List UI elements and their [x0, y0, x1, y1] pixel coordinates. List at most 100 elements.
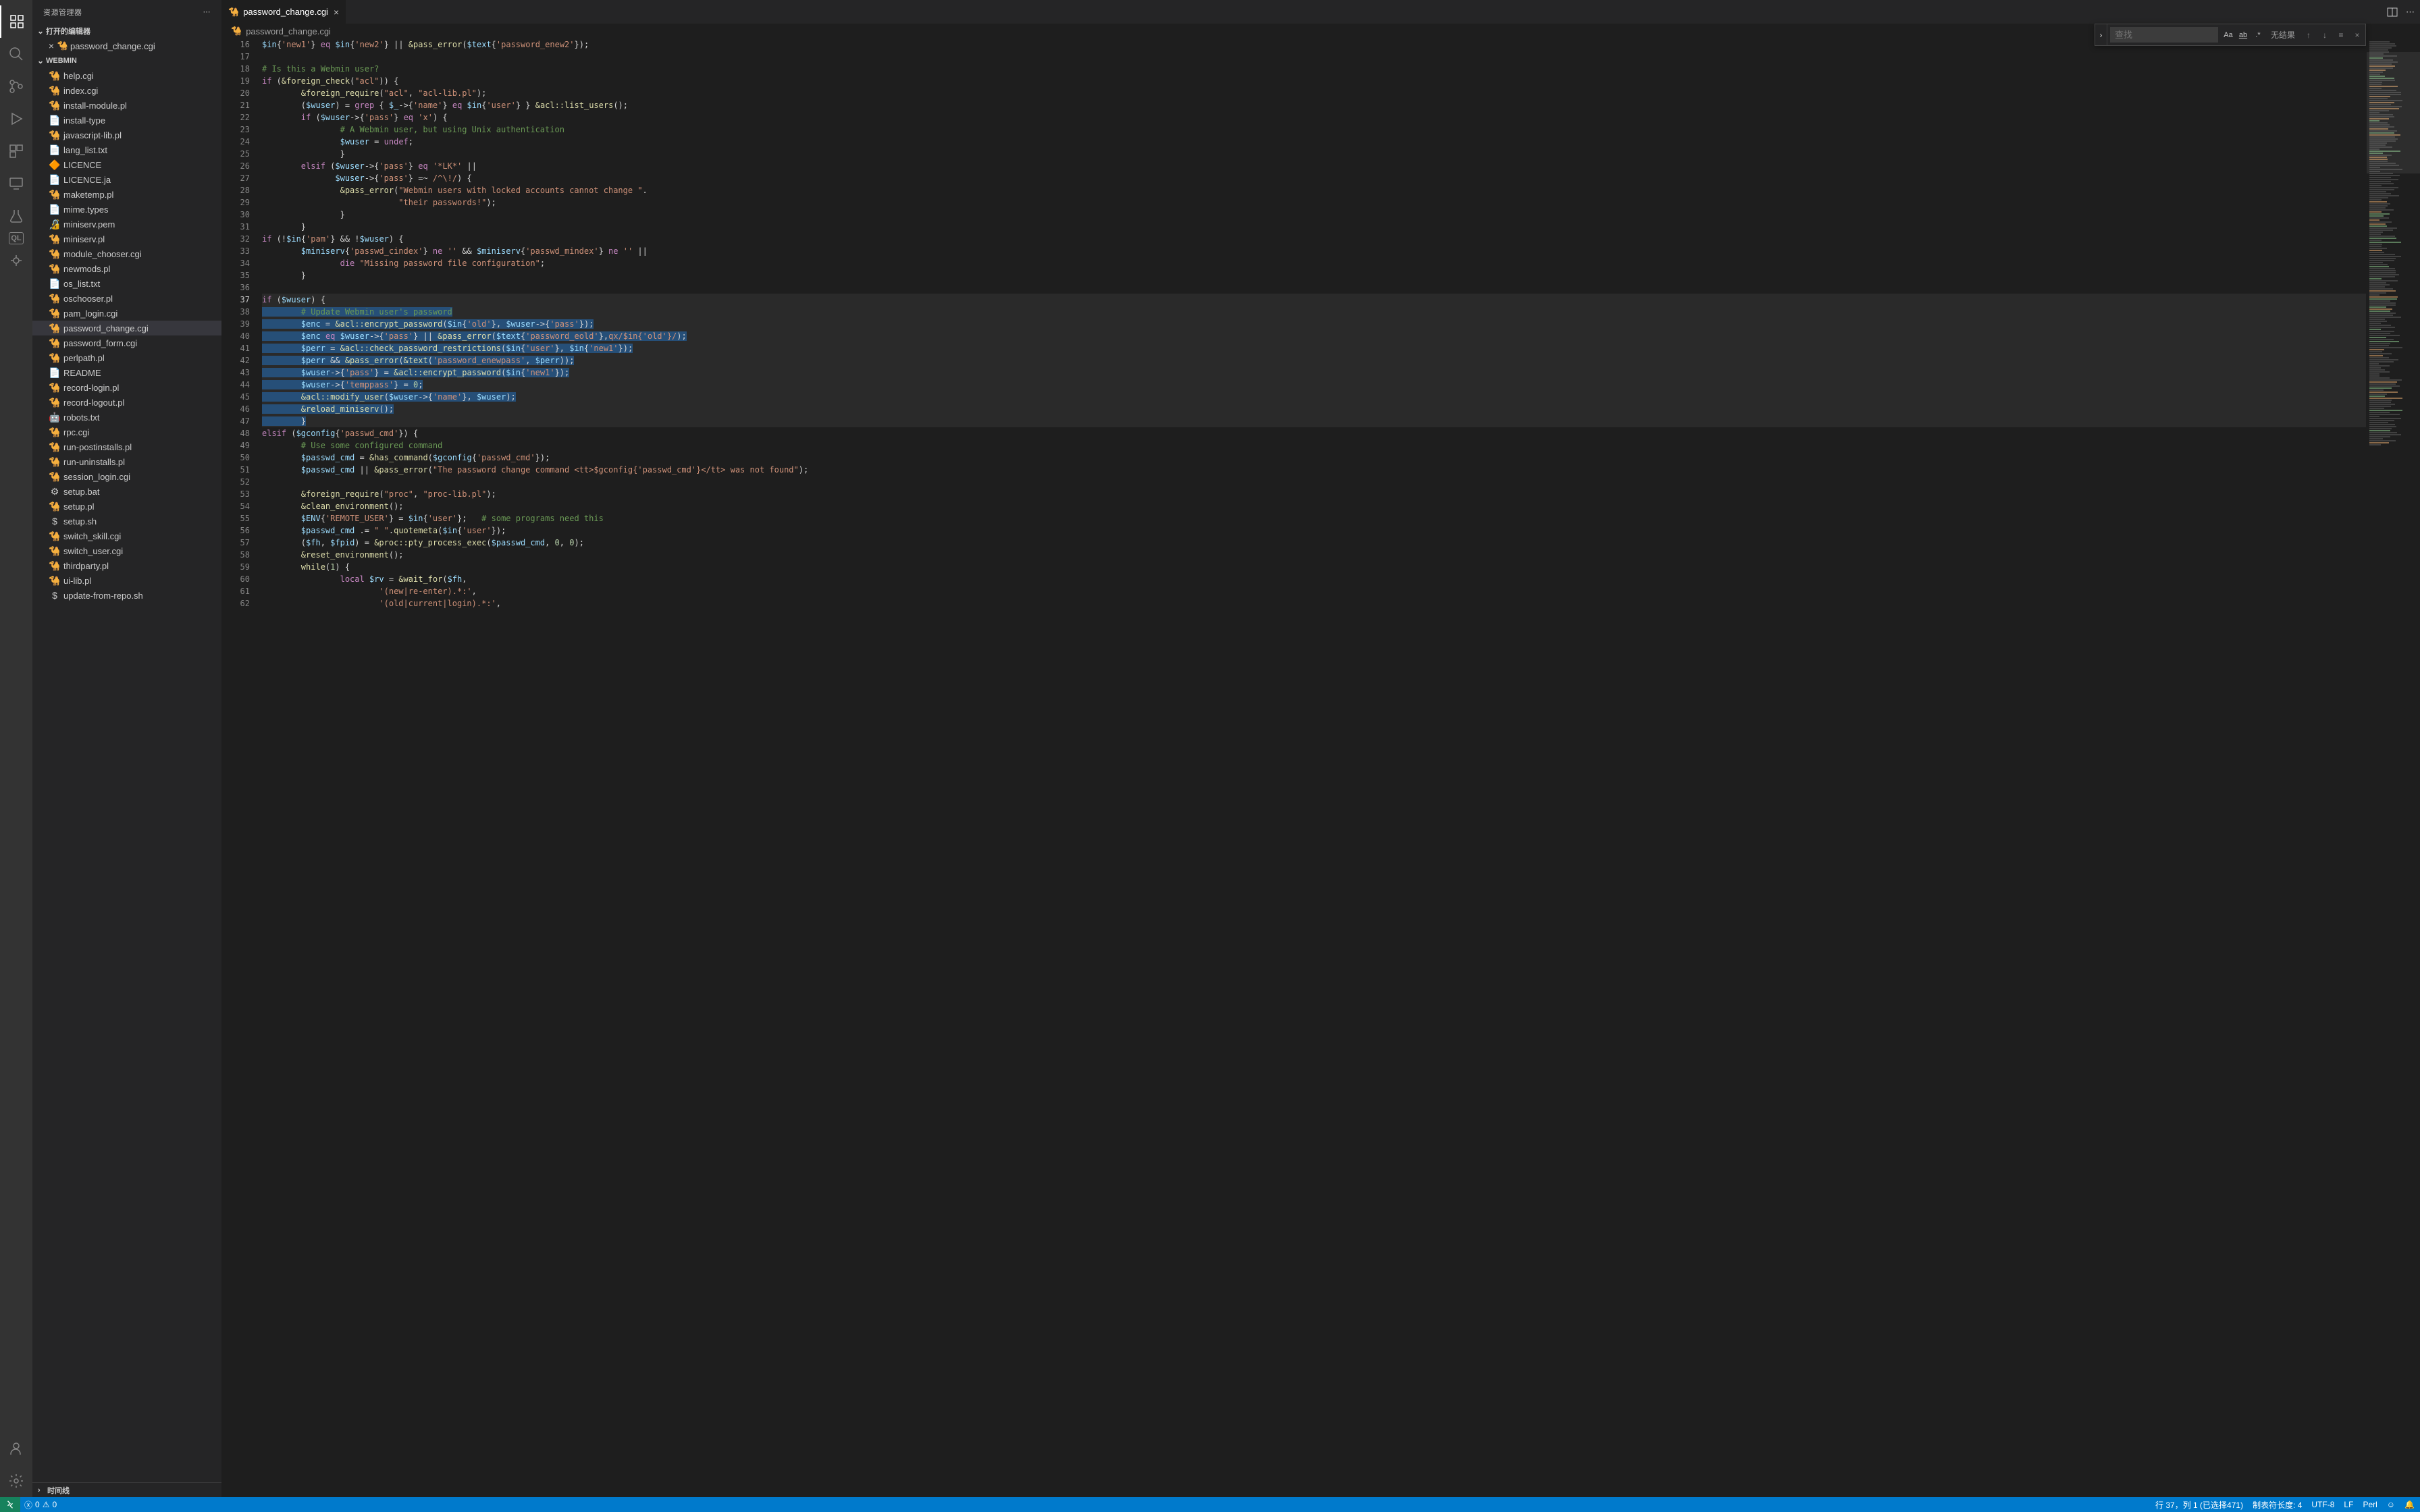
file-item[interactable]: 🐪record-logout.pl [32, 395, 221, 410]
file-item[interactable]: 🐪thirdparty.pl [32, 558, 221, 573]
activity-remote[interactable] [0, 167, 32, 200]
close-icon[interactable]: × [334, 7, 339, 18]
file-icon: 🔶 [49, 159, 61, 171]
find-expand-toggle[interactable]: › [2095, 24, 2107, 45]
activity-extensions[interactable] [0, 135, 32, 167]
file-item[interactable]: 🐪rpc.cgi [32, 425, 221, 439]
file-item[interactable]: 🐪ui-lib.pl [32, 573, 221, 588]
file-item[interactable]: 📄README [32, 365, 221, 380]
status-tab-size[interactable]: 制表符长度: 4 [2253, 1499, 2302, 1511]
regex-toggle[interactable]: .* [2251, 28, 2265, 42]
file-icon: 🐪 [49, 263, 61, 275]
split-editor-icon[interactable] [2387, 7, 2398, 18]
file-item[interactable]: ⚙setup.bat [32, 484, 221, 499]
whole-word-toggle[interactable]: ab [2236, 28, 2250, 42]
file-tree[interactable]: 🐪help.cgi🐪index.cgi🐪install-module.pl📄in… [32, 68, 221, 1482]
file-icon: 🐪 [49, 70, 61, 82]
file-item[interactable]: 🐪newmods.pl [32, 261, 221, 276]
find-selection-icon[interactable]: ≡ [2334, 28, 2348, 42]
file-icon: 📄 [49, 278, 61, 290]
file-icon: 🐪 [49, 427, 61, 438]
sidebar-more-icon[interactable]: ⋯ [203, 7, 211, 16]
find-widget: › Aa ab .* 无结果 ↑ ↓ ≡ × [2095, 24, 2366, 46]
activity-account[interactable] [0, 1432, 32, 1465]
file-item[interactable]: 📄mime.types [32, 202, 221, 217]
file-item[interactable]: 🐪record-login.pl [32, 380, 221, 395]
file-icon: 📄 [49, 115, 61, 126]
status-language[interactable]: Perl [2363, 1500, 2377, 1509]
file-item[interactable]: 🔏miniserv.pem [32, 217, 221, 232]
file-item[interactable]: 📄lang_list.txt [32, 142, 221, 157]
activity-explorer[interactable] [0, 5, 32, 38]
status-remote[interactable] [0, 1497, 20, 1512]
file-icon: 📄 [49, 174, 61, 186]
tab-bar: 🐪 password_change.cgi × ⋯ [221, 0, 2420, 24]
activity-search[interactable] [0, 38, 32, 70]
project-header[interactable]: ⌄ WEBMIN [32, 53, 221, 68]
activity-debug[interactable] [0, 103, 32, 135]
tab-password-change[interactable]: 🐪 password_change.cgi × [221, 0, 346, 24]
activity-settings[interactable] [0, 1465, 32, 1497]
open-editors-header[interactable]: ⌄ 打开的编辑器 [32, 24, 221, 38]
file-item[interactable]: 🐪setup.pl [32, 499, 221, 514]
file-item[interactable]: 🐪run-postinstalls.pl [32, 439, 221, 454]
file-item[interactable]: 🐪switch_skill.cgi [32, 529, 221, 543]
status-eol[interactable]: LF [2344, 1500, 2353, 1509]
file-item[interactable]: $setup.sh [32, 514, 221, 529]
file-item[interactable]: 🐪miniserv.pl [32, 232, 221, 246]
file-icon: ⚙ [49, 486, 61, 497]
timeline-header[interactable]: › 时间线 [32, 1482, 221, 1497]
activity-scm[interactable] [0, 70, 32, 103]
file-item[interactable]: 🐪index.cgi [32, 83, 221, 98]
activity-ql[interactable]: QL [9, 232, 24, 244]
warning-icon: ⚠ [43, 1500, 50, 1509]
file-item[interactable]: 📄os_list.txt [32, 276, 221, 291]
status-encoding[interactable]: UTF-8 [2311, 1500, 2334, 1509]
file-item[interactable]: 🐪run-uninstalls.pl [32, 454, 221, 469]
status-feedback-icon[interactable]: ☺ [2387, 1500, 2395, 1509]
file-item[interactable]: 🤖robots.txt [32, 410, 221, 425]
chevron-down-icon: ⌄ [35, 56, 46, 65]
file-item[interactable]: 🐪oschooser.pl [32, 291, 221, 306]
file-icon: 📄 [49, 144, 61, 156]
code-content[interactable]: $in{'new1'} eq $in{'new2'} || &pass_erro… [262, 38, 2366, 1497]
file-item[interactable]: 🔶LICENCE [32, 157, 221, 172]
file-item[interactable]: 📄LICENCE.ja [32, 172, 221, 187]
breadcrumb[interactable]: 🐪 password_change.cgi [221, 24, 2420, 38]
file-item[interactable]: 🐪perlpath.pl [32, 350, 221, 365]
file-item[interactable]: 🐪switch_user.cgi [32, 543, 221, 558]
match-case-toggle[interactable]: Aa [2221, 28, 2235, 42]
status-problems[interactable]: ⓧ0 ⚠0 [24, 1499, 57, 1511]
file-icon: 🐪 [49, 85, 61, 97]
find-input[interactable] [2110, 27, 2218, 43]
file-item[interactable]: 🐪maketemp.pl [32, 187, 221, 202]
file-icon: $ [49, 590, 61, 601]
file-item[interactable]: 🐪module_chooser.cgi [32, 246, 221, 261]
find-close-icon[interactable]: × [2350, 28, 2364, 42]
more-actions-icon[interactable]: ⋯ [2406, 7, 2415, 18]
find-next-icon[interactable]: ↓ [2318, 28, 2332, 42]
file-item[interactable]: 📄install-type [32, 113, 221, 128]
status-cursor[interactable]: 行 37，列 1 (已选择471) [2155, 1499, 2243, 1511]
file-item[interactable]: 🐪javascript-lib.pl [32, 128, 221, 142]
find-prev-icon[interactable]: ↑ [2302, 28, 2315, 42]
code-editor[interactable]: 1617181920212223242526272829303132333435… [221, 38, 2420, 1497]
activity-github[interactable] [0, 244, 32, 277]
line-gutter: 1617181920212223242526272829303132333435… [221, 38, 262, 1497]
file-item[interactable]: 🐪password_form.cgi [32, 335, 221, 350]
minimap[interactable] [2366, 38, 2420, 1497]
activity-testing[interactable] [0, 200, 32, 232]
file-item[interactable]: 🐪session_login.cgi [32, 469, 221, 484]
open-editor-item[interactable]: × 🐪 password_change.cgi [32, 38, 221, 53]
file-icon: 🐪 [49, 560, 61, 572]
activity-bar: QL [0, 0, 32, 1497]
file-item[interactable]: $update-from-repo.sh [32, 588, 221, 603]
file-item[interactable]: 🐪pam_login.cgi [32, 306, 221, 321]
file-item[interactable]: 🐪help.cgi [32, 68, 221, 83]
close-icon[interactable]: × [46, 40, 57, 51]
status-bell-icon[interactable]: 🔔 [2404, 1500, 2415, 1509]
file-item[interactable]: 🐪password_change.cgi [32, 321, 221, 335]
file-icon: 🐪 [49, 456, 61, 468]
file-item[interactable]: 🐪install-module.pl [32, 98, 221, 113]
file-icon: 🐪 [49, 248, 61, 260]
